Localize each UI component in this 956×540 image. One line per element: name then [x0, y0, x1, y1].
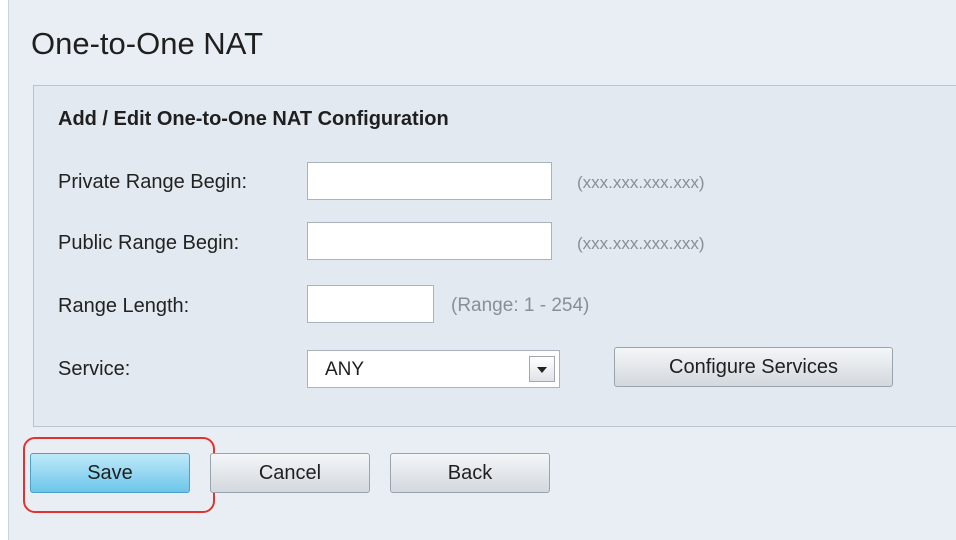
chevron-down-icon[interactable] — [529, 356, 555, 382]
service-selected-value: ANY — [325, 359, 365, 380]
private-range-begin-label: Private Range Begin: — [58, 171, 248, 193]
back-button[interactable]: Back — [390, 453, 550, 493]
service-label: Service: — [58, 358, 131, 380]
section-title: Add / Edit One-to-One NAT Configuration — [58, 108, 449, 130]
range-length-hint: (Range: 1 - 254) — [451, 295, 590, 316]
public-range-begin-label: Public Range Begin: — [58, 232, 240, 254]
configure-services-button[interactable]: Configure Services — [614, 347, 893, 387]
private-range-begin-input[interactable] — [307, 162, 552, 200]
range-length-label: Range Length: — [58, 295, 190, 317]
page-container: One-to-One NAT Add / Edit One-to-One NAT… — [8, 0, 956, 540]
private-range-begin-hint: (xxx.xxx.xxx.xxx) — [577, 173, 705, 192]
public-range-begin-hint: (xxx.xxx.xxx.xxx) — [577, 234, 705, 253]
service-select[interactable]: ANY — [307, 350, 560, 388]
page-title: One-to-One NAT — [31, 26, 264, 61]
configuration-panel: Add / Edit One-to-One NAT Configuration … — [33, 85, 956, 427]
range-length-input[interactable] — [307, 285, 434, 323]
cancel-button[interactable]: Cancel — [210, 453, 370, 493]
public-range-begin-input[interactable] — [307, 222, 552, 260]
save-button[interactable]: Save — [30, 453, 190, 493]
